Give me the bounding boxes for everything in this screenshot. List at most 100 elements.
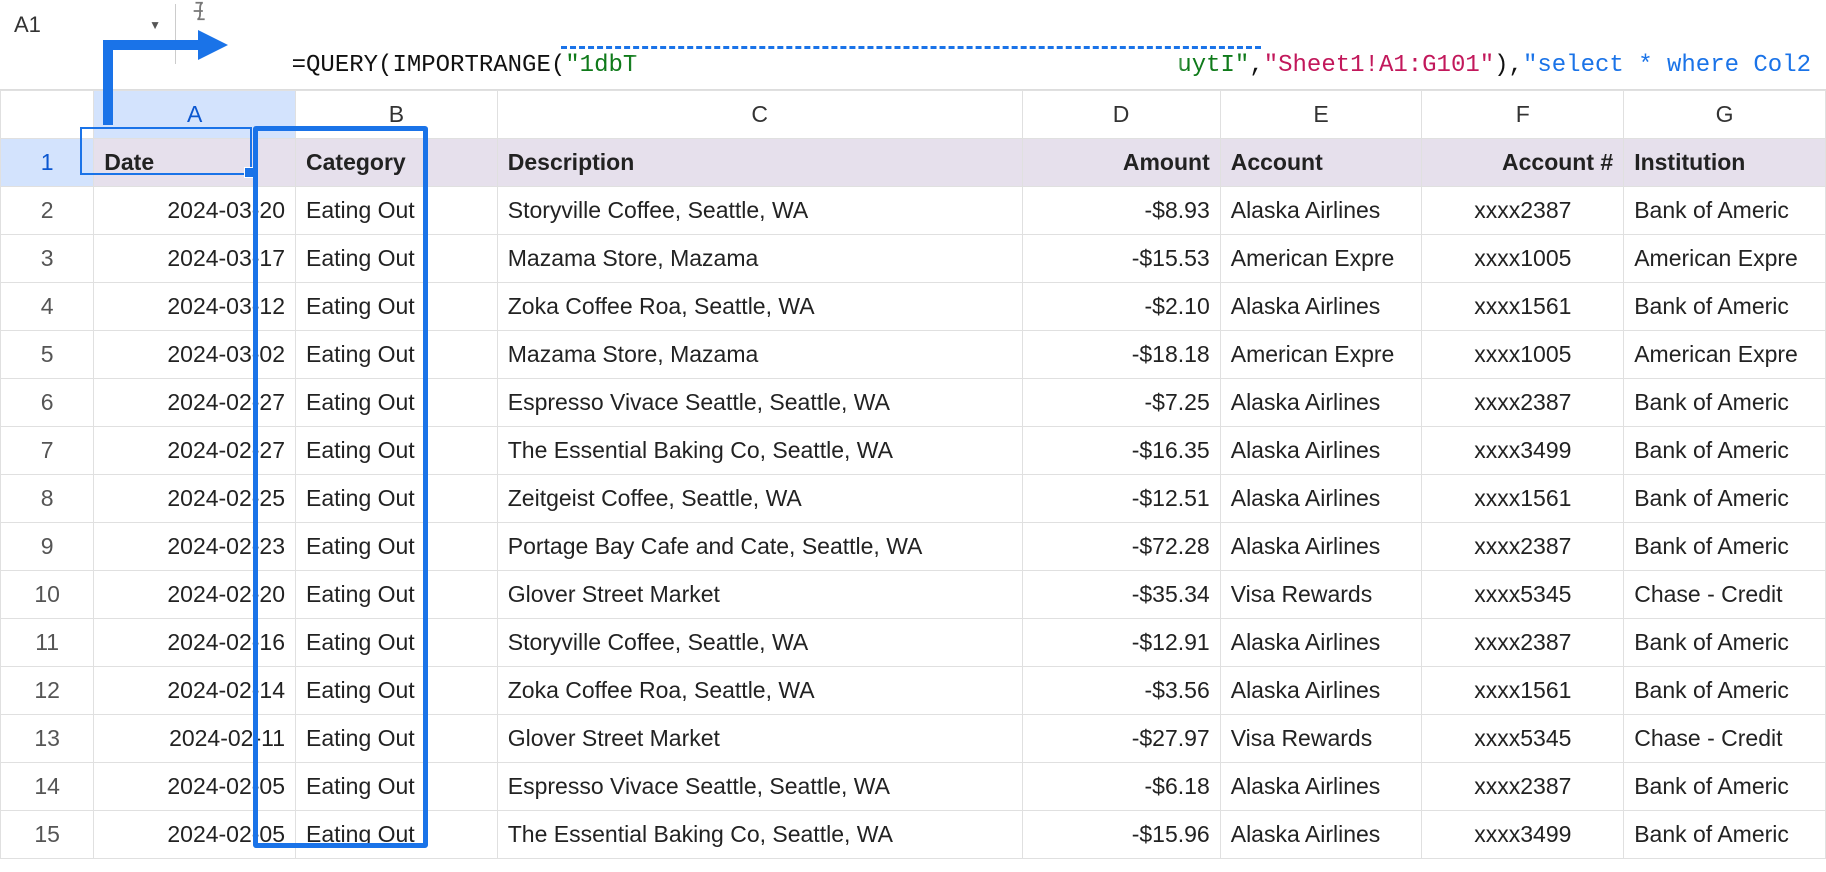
cell-amount[interactable]: -$12.91 <box>1022 619 1220 667</box>
cell-category[interactable]: Eating Out <box>296 331 498 379</box>
row-header[interactable]: 5 <box>1 331 94 379</box>
cell-description[interactable]: Zoka Coffee Roa, Seattle, WA <box>497 667 1022 715</box>
cell-date[interactable]: 2024-02-14 <box>94 667 296 715</box>
col-header-C[interactable]: C <box>497 91 1022 139</box>
cell-description[interactable]: Glover Street Market <box>497 715 1022 763</box>
cell-account[interactable]: Alaska Airlines <box>1220 763 1422 811</box>
cell-account[interactable]: Alaska Airlines <box>1220 427 1422 475</box>
cell-amount[interactable]: -$35.34 <box>1022 571 1220 619</box>
cell-category[interactable]: Eating Out <box>296 715 498 763</box>
cell-account[interactable]: Alaska Airlines <box>1220 811 1422 859</box>
header-acctnum[interactable]: Account # <box>1422 139 1624 187</box>
col-header-D[interactable]: D <box>1022 91 1220 139</box>
cell-acctnum[interactable]: xxxx3499 <box>1422 427 1624 475</box>
cell-date[interactable]: 2024-02-25 <box>94 475 296 523</box>
cell-description[interactable]: Mazama Store, Mazama <box>497 331 1022 379</box>
row-header[interactable]: 10 <box>1 571 94 619</box>
cell-acctnum[interactable]: xxxx1561 <box>1422 283 1624 331</box>
chevron-down-icon[interactable]: ▼ <box>149 18 161 32</box>
cell-category[interactable]: Eating Out <box>296 235 498 283</box>
cell-description[interactable]: Storyville Coffee, Seattle, WA <box>497 187 1022 235</box>
cell-institution[interactable]: Bank of Americ <box>1624 667 1826 715</box>
col-header-B[interactable]: B <box>296 91 498 139</box>
cell-date[interactable]: 2024-02-20 <box>94 571 296 619</box>
cell-acctnum[interactable]: xxxx2387 <box>1422 187 1624 235</box>
cell-account[interactable]: Visa Rewards <box>1220 571 1422 619</box>
cell-account[interactable]: Alaska Airlines <box>1220 619 1422 667</box>
row-header[interactable]: 3 <box>1 235 94 283</box>
header-account[interactable]: Account <box>1220 139 1422 187</box>
cell-institution[interactable]: American Expre <box>1624 235 1826 283</box>
row-header[interactable]: 15 <box>1 811 94 859</box>
cell-amount[interactable]: -$27.97 <box>1022 715 1220 763</box>
cell-acctnum[interactable]: xxxx1561 <box>1422 475 1624 523</box>
cell-category[interactable]: Eating Out <box>296 811 498 859</box>
cell-account[interactable]: Visa Rewards <box>1220 715 1422 763</box>
cell-category[interactable]: Eating Out <box>296 667 498 715</box>
row-header[interactable]: 2 <box>1 187 94 235</box>
cell-acctnum[interactable]: xxxx5345 <box>1422 715 1624 763</box>
name-box[interactable]: A1 ▼ <box>0 0 175 50</box>
cell-amount[interactable]: -$15.53 <box>1022 235 1220 283</box>
cell-description[interactable]: Storyville Coffee, Seattle, WA <box>497 619 1022 667</box>
col-header-G[interactable]: G <box>1624 91 1826 139</box>
row-header[interactable]: 12 <box>1 667 94 715</box>
cell-account[interactable]: Alaska Airlines <box>1220 475 1422 523</box>
row-header[interactable]: 14 <box>1 763 94 811</box>
cell-category[interactable]: Eating Out <box>296 187 498 235</box>
cell-acctnum[interactable]: xxxx2387 <box>1422 379 1624 427</box>
cell-acctnum[interactable]: xxxx5345 <box>1422 571 1624 619</box>
cell-institution[interactable]: Bank of Americ <box>1624 475 1826 523</box>
cell-amount[interactable]: -$15.96 <box>1022 811 1220 859</box>
cell-category[interactable]: Eating Out <box>296 523 498 571</box>
cell-category[interactable]: Eating Out <box>296 283 498 331</box>
row-header[interactable]: 7 <box>1 427 94 475</box>
cell-institution[interactable]: Bank of Americ <box>1624 763 1826 811</box>
row-header[interactable]: 6 <box>1 379 94 427</box>
cell-acctnum[interactable]: xxxx3499 <box>1422 811 1624 859</box>
cell-amount[interactable]: -$2.10 <box>1022 283 1220 331</box>
cell-amount[interactable]: -$3.56 <box>1022 667 1220 715</box>
cell-description[interactable]: Espresso Vivace Seattle, Seattle, WA <box>497 379 1022 427</box>
cell-date[interactable]: 2024-03-20 <box>94 187 296 235</box>
header-institution[interactable]: Institution <box>1624 139 1826 187</box>
cell-amount[interactable]: -$8.93 <box>1022 187 1220 235</box>
cell-institution[interactable]: Bank of Americ <box>1624 427 1826 475</box>
cell-institution[interactable]: Bank of Americ <box>1624 187 1826 235</box>
cell-date[interactable]: 2024-02-05 <box>94 763 296 811</box>
col-header-A[interactable]: A <box>94 91 296 139</box>
cell-account[interactable]: American Expre <box>1220 235 1422 283</box>
cell-amount[interactable]: -$6.18 <box>1022 763 1220 811</box>
cell-amount[interactable]: -$12.51 <box>1022 475 1220 523</box>
cell-description[interactable]: Mazama Store, Mazama <box>497 235 1022 283</box>
row-header[interactable]: 11 <box>1 619 94 667</box>
cell-date[interactable]: 2024-02-11 <box>94 715 296 763</box>
cell-account[interactable]: Alaska Airlines <box>1220 667 1422 715</box>
cell-account[interactable]: Alaska Airlines <box>1220 523 1422 571</box>
cell-date[interactable]: 2024-03-17 <box>94 235 296 283</box>
cell-amount[interactable]: -$18.18 <box>1022 331 1220 379</box>
fx-icon[interactable] <box>176 0 226 22</box>
row-header[interactable]: 8 <box>1 475 94 523</box>
header-amount[interactable]: Amount <box>1022 139 1220 187</box>
cell-acctnum[interactable]: xxxx1561 <box>1422 667 1624 715</box>
cell-date[interactable]: 2024-02-27 <box>94 427 296 475</box>
cell-amount[interactable]: -$16.35 <box>1022 427 1220 475</box>
cell-category[interactable]: Eating Out <box>296 571 498 619</box>
spreadsheet-grid[interactable]: A B C D E F G 1 Date Category Descriptio… <box>0 90 1826 859</box>
header-category[interactable]: Category <box>296 139 498 187</box>
row-header-1[interactable]: 1 <box>1 139 94 187</box>
cell-date[interactable]: 2024-02-05 <box>94 811 296 859</box>
cell-acctnum[interactable]: xxxx2387 <box>1422 523 1624 571</box>
cell-category[interactable]: Eating Out <box>296 763 498 811</box>
cell-amount[interactable]: -$7.25 <box>1022 379 1220 427</box>
cell-acctnum[interactable]: xxxx1005 <box>1422 331 1624 379</box>
header-date[interactable]: Date <box>94 139 296 187</box>
cell-acctnum[interactable]: xxxx2387 <box>1422 763 1624 811</box>
cell-category[interactable]: Eating Out <box>296 619 498 667</box>
cell-acctnum[interactable]: xxxx1005 <box>1422 235 1624 283</box>
cell-description[interactable]: Zeitgeist Coffee, Seattle, WA <box>497 475 1022 523</box>
cell-date[interactable]: 2024-02-27 <box>94 379 296 427</box>
row-header[interactable]: 13 <box>1 715 94 763</box>
header-description[interactable]: Description <box>497 139 1022 187</box>
